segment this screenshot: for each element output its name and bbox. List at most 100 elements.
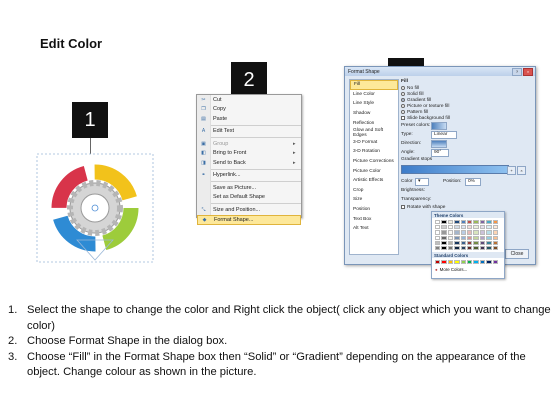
color-swatch[interactable] bbox=[447, 245, 454, 251]
category-reflection[interactable]: Reflection bbox=[350, 118, 398, 128]
color-swatch[interactable] bbox=[486, 235, 492, 240]
category-picture-color[interactable]: Picture Color bbox=[350, 166, 398, 176]
close-button[interactable]: Close bbox=[505, 249, 529, 259]
color-swatch[interactable] bbox=[460, 245, 466, 251]
color-swatch[interactable] bbox=[441, 225, 447, 230]
checkbox[interactable] bbox=[401, 205, 405, 209]
menu-item-hyperlink[interactable]: ⚭ Hyperlink... bbox=[197, 171, 301, 181]
category-glow-and-soft-edges[interactable]: Glow and Soft Edges bbox=[350, 128, 398, 138]
color-swatch[interactable] bbox=[473, 235, 479, 240]
color-swatch[interactable] bbox=[447, 235, 454, 240]
color-swatch[interactable] bbox=[454, 240, 460, 245]
color-swatch[interactable] bbox=[479, 260, 486, 265]
color-swatch[interactable] bbox=[460, 235, 466, 240]
rotate-with-shape-option[interactable]: Rotate with shape bbox=[401, 204, 531, 210]
color-picker-button[interactable]: ▾ bbox=[415, 177, 429, 186]
color-swatch[interactable] bbox=[460, 225, 466, 230]
radio-button[interactable] bbox=[401, 92, 405, 96]
radio-button[interactable] bbox=[401, 110, 405, 114]
radio-button[interactable] bbox=[401, 86, 405, 90]
color-swatch[interactable] bbox=[454, 235, 460, 240]
type-dropdown[interactable]: Linear bbox=[431, 130, 457, 139]
color-swatch[interactable] bbox=[441, 230, 447, 235]
menu-item-paste[interactable]: ▤ Paste bbox=[197, 114, 301, 124]
menu-item-format-shape[interactable]: ◆ Format Shape... bbox=[197, 214, 301, 225]
color-swatch[interactable] bbox=[435, 230, 441, 235]
color-swatch[interactable] bbox=[466, 260, 473, 265]
category-alt-text[interactable]: Alt Text bbox=[350, 224, 398, 234]
more-colors-item[interactable]: ● More Colors... bbox=[432, 266, 504, 272]
color-swatch[interactable] bbox=[492, 225, 498, 230]
color-swatch[interactable] bbox=[441, 235, 447, 240]
category-crop[interactable]: Crop bbox=[350, 186, 398, 196]
menu-item-save-as-picture[interactable]: Save as Picture... bbox=[197, 183, 301, 193]
color-swatch[interactable] bbox=[466, 235, 473, 240]
category-picture-corrections[interactable]: Picture Corrections bbox=[350, 157, 398, 167]
help-icon[interactable]: ? bbox=[512, 67, 522, 76]
color-swatch[interactable] bbox=[435, 220, 441, 225]
menu-item-copy[interactable]: ❐ Copy bbox=[197, 105, 301, 115]
color-swatch[interactable] bbox=[473, 245, 479, 251]
color-swatch[interactable] bbox=[466, 225, 473, 230]
color-swatch[interactable] bbox=[454, 260, 460, 265]
color-swatch[interactable] bbox=[447, 230, 454, 235]
color-swatch[interactable] bbox=[447, 220, 454, 225]
color-swatch[interactable] bbox=[479, 245, 486, 251]
color-swatch[interactable] bbox=[460, 240, 466, 245]
menu-item-edit-text[interactable]: A Edit Text bbox=[197, 127, 301, 137]
category-shadow[interactable]: Shadow bbox=[350, 109, 398, 119]
remove-stop-icon[interactable]: × bbox=[517, 166, 526, 175]
color-swatch[interactable] bbox=[473, 230, 479, 235]
close-icon[interactable]: × bbox=[523, 67, 533, 76]
menu-item-size-and-position[interactable]: ⤡ Size and Position... bbox=[197, 205, 301, 215]
color-swatch[interactable] bbox=[435, 260, 441, 265]
direction-dropdown[interactable] bbox=[431, 139, 447, 148]
color-swatch[interactable] bbox=[466, 240, 473, 245]
menu-item-bring-to-front[interactable]: ◧ Bring to Front ▸ bbox=[197, 149, 301, 159]
color-swatch[interactable] bbox=[454, 245, 460, 251]
color-swatch[interactable] bbox=[479, 225, 486, 230]
color-swatch[interactable] bbox=[435, 240, 441, 245]
color-swatch[interactable] bbox=[460, 230, 466, 235]
color-swatch[interactable] bbox=[473, 260, 479, 265]
color-swatch[interactable] bbox=[486, 245, 492, 251]
color-swatch[interactable] bbox=[435, 235, 441, 240]
gradient-stops-bar[interactable]: + × bbox=[401, 165, 526, 175]
category-size[interactable]: Size bbox=[350, 195, 398, 205]
color-swatch[interactable] bbox=[486, 225, 492, 230]
color-swatch[interactable] bbox=[473, 225, 479, 230]
color-swatch[interactable] bbox=[466, 220, 473, 225]
color-swatch[interactable] bbox=[479, 230, 486, 235]
color-swatch[interactable] bbox=[492, 245, 498, 251]
color-swatch[interactable] bbox=[486, 260, 492, 265]
position-input[interactable]: 0% bbox=[465, 177, 481, 186]
color-swatch[interactable] bbox=[435, 245, 441, 251]
color-swatch[interactable] bbox=[486, 220, 492, 225]
add-stop-icon[interactable]: + bbox=[507, 166, 516, 175]
color-swatch[interactable] bbox=[486, 230, 492, 235]
category-artistic-effects[interactable]: Artistic Effects bbox=[350, 176, 398, 186]
color-swatch[interactable] bbox=[441, 245, 447, 251]
color-swatch[interactable] bbox=[479, 220, 486, 225]
category-text-box[interactable]: Text Box bbox=[350, 214, 398, 224]
color-swatch[interactable] bbox=[492, 240, 498, 245]
radio-button[interactable] bbox=[401, 104, 405, 108]
color-swatch[interactable] bbox=[486, 240, 492, 245]
color-swatch[interactable] bbox=[435, 225, 441, 230]
color-swatch[interactable] bbox=[473, 220, 479, 225]
color-swatch[interactable] bbox=[460, 220, 466, 225]
color-swatch[interactable] bbox=[473, 240, 479, 245]
preset-colors-dropdown[interactable] bbox=[431, 121, 447, 130]
checkbox[interactable] bbox=[401, 116, 405, 120]
color-swatch[interactable] bbox=[492, 260, 498, 265]
category-3-d-format[interactable]: 3-D Format bbox=[350, 138, 398, 148]
color-swatch[interactable] bbox=[441, 240, 447, 245]
angle-input[interactable]: 90° bbox=[431, 148, 449, 157]
circular-arrow-diagram[interactable] bbox=[25, 148, 165, 278]
color-swatch[interactable] bbox=[454, 225, 460, 230]
color-swatch[interactable] bbox=[479, 235, 486, 240]
category-line-style[interactable]: Line Style bbox=[350, 99, 398, 109]
menu-item-cut[interactable]: ✂ Cut bbox=[197, 95, 301, 105]
color-swatch[interactable] bbox=[447, 225, 454, 230]
color-swatch[interactable] bbox=[492, 230, 498, 235]
